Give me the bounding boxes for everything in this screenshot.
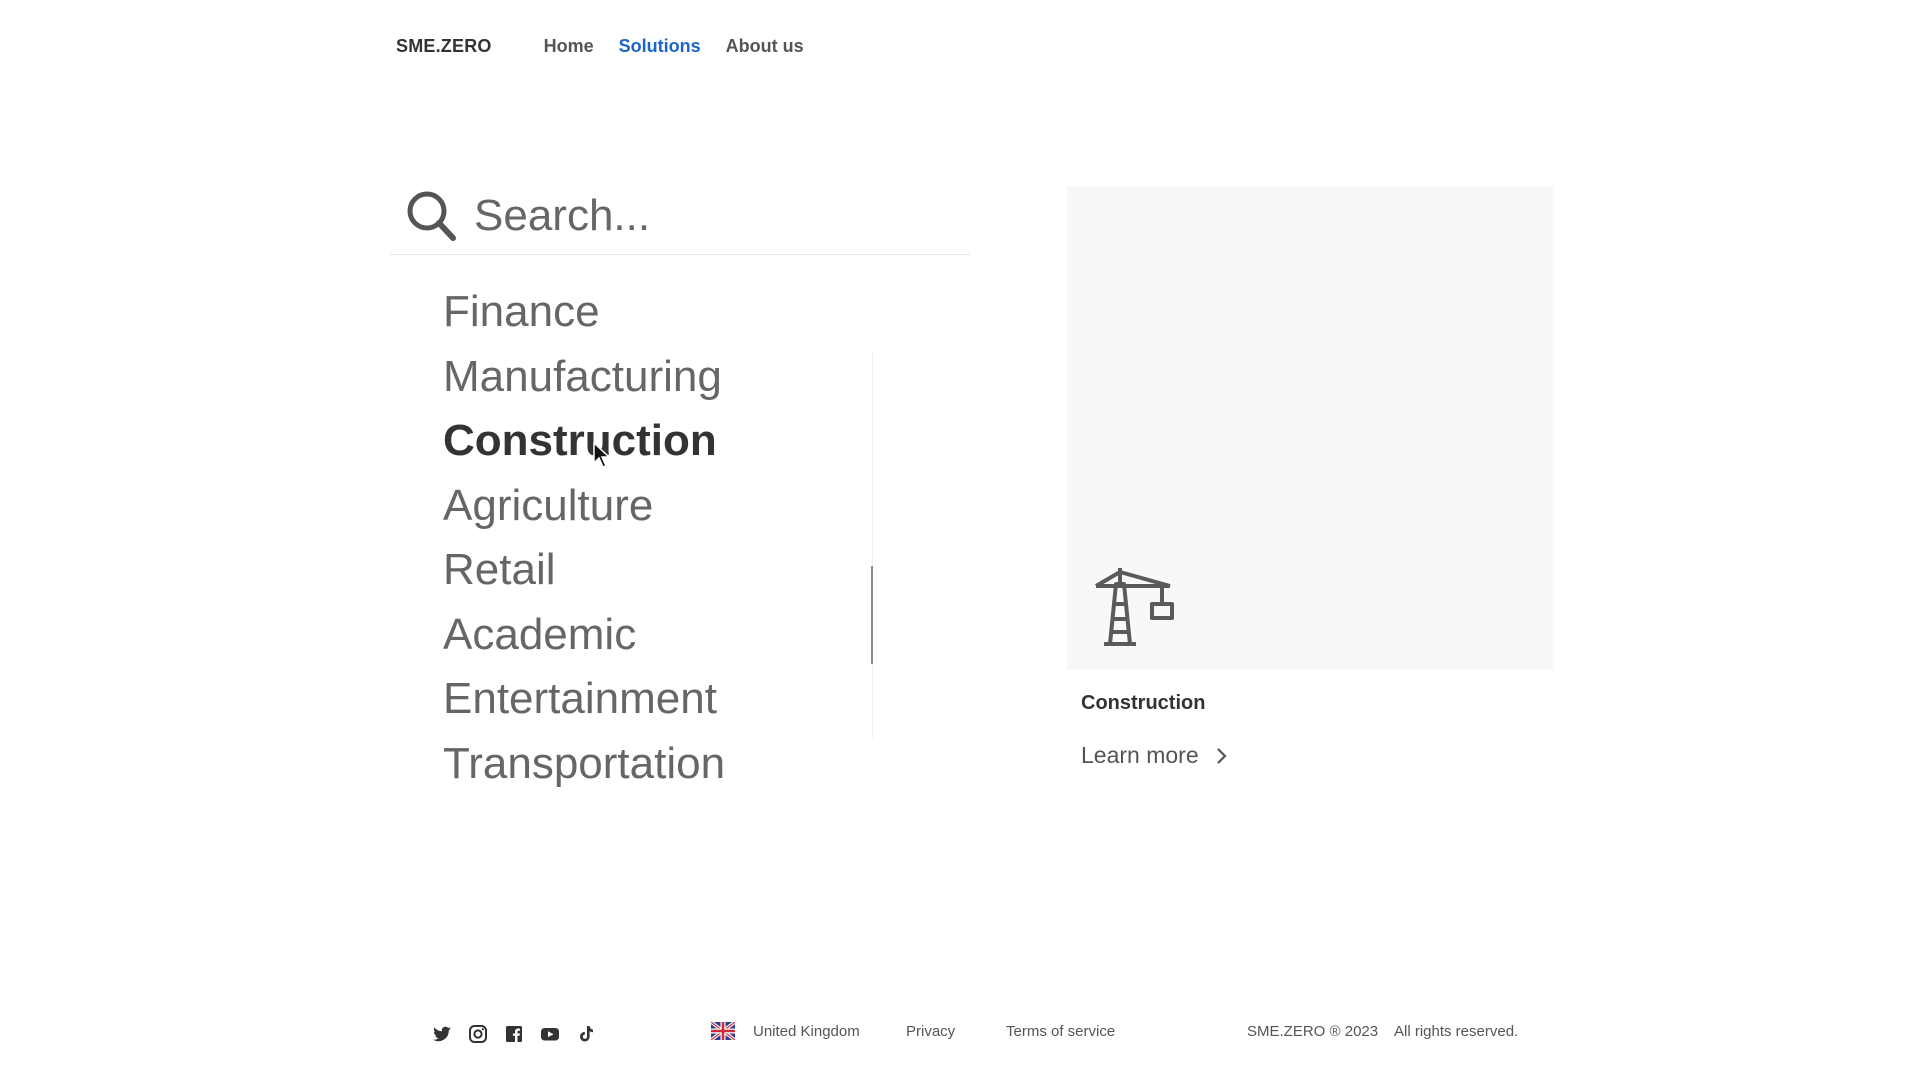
category-item-agriculture[interactable]: Agriculture: [443, 474, 725, 539]
search-bar: [390, 178, 970, 255]
category-item-construction[interactable]: Construction: [443, 409, 725, 474]
terms-of-service-link[interactable]: Terms of service: [1006, 1023, 1115, 1040]
search-input[interactable]: [474, 191, 934, 241]
category-list: Finance Manufacturing Construction Agric…: [443, 280, 725, 796]
category-item-retail[interactable]: Retail: [443, 538, 725, 603]
brand-logo[interactable]: SME.ZERO: [396, 36, 492, 57]
chevron-right-icon: [1216, 747, 1227, 764]
copyright-text: SME.ZERO ® 2023: [1247, 1023, 1379, 1040]
twitter-icon[interactable]: [432, 1024, 452, 1044]
nav-about-us[interactable]: About us: [726, 36, 804, 57]
card-title: Construction: [1081, 692, 1206, 714]
privacy-link[interactable]: Privacy: [906, 1023, 955, 1040]
category-item-finance[interactable]: Finance: [443, 280, 725, 345]
facebook-icon[interactable]: [504, 1024, 524, 1044]
learn-more-link[interactable]: Learn more: [1081, 742, 1229, 769]
category-scrollbar-track[interactable]: [872, 352, 873, 738]
category-item-manufacturing[interactable]: Manufacturing: [443, 345, 725, 410]
crane-icon: [1094, 568, 1174, 646]
nav-solutions[interactable]: Solutions: [619, 36, 701, 57]
instagram-icon[interactable]: [468, 1024, 488, 1044]
region-label: United Kingdom: [753, 1022, 860, 1040]
social-links: [432, 1024, 596, 1044]
top-nav-bar: SME.ZERO Home Solutions About us: [396, 30, 804, 62]
page: SME.ZERO Home Solutions About us Finance…: [0, 0, 1920, 1080]
region-selector[interactable]: United Kingdom: [711, 1022, 860, 1040]
uk-flag-icon: [711, 1022, 735, 1040]
learn-more-label: Learn more: [1081, 742, 1199, 768]
category-item-academic[interactable]: Academic: [443, 603, 725, 668]
category-item-transportation[interactable]: Transportation: [443, 732, 725, 797]
main-nav: Home Solutions About us: [544, 36, 804, 57]
search-icon: [407, 191, 456, 241]
youtube-icon[interactable]: [540, 1024, 560, 1044]
nav-home[interactable]: Home: [544, 36, 594, 57]
category-scrollbar-thumb[interactable]: [871, 566, 873, 664]
category-item-entertainment[interactable]: Entertainment: [443, 667, 725, 732]
footer: United Kingdom Privacy Terms of service …: [0, 1020, 1920, 1050]
tiktok-icon[interactable]: [576, 1024, 596, 1044]
rights-text: All rights reserved.: [1394, 1023, 1519, 1040]
mouse-cursor-icon: [593, 442, 611, 468]
